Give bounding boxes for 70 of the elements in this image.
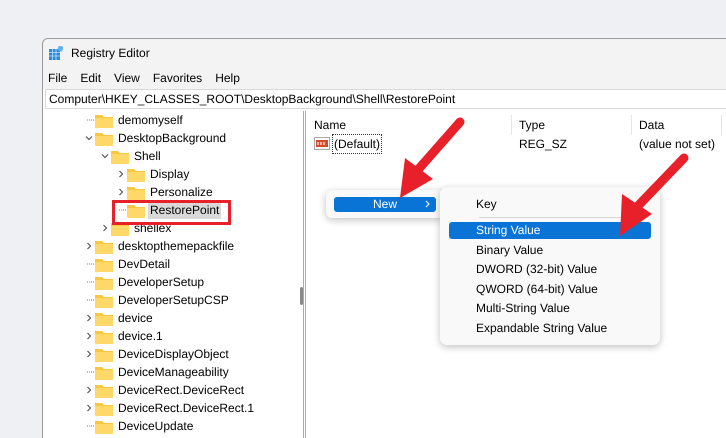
menu-item[interactable]: String Value [449, 222, 651, 238]
address-bar[interactable]: Computer\HKEY_CLASSES_ROOT\DesktopBackground\Shell\RestorePoint [45, 89, 726, 109]
folder-icon [95, 292, 113, 308]
menu-item[interactable]: Key [449, 196, 651, 212]
folder-icon [95, 112, 113, 128]
menu-item[interactable]: New [334, 196, 436, 212]
chevron-icon[interactable] [101, 224, 109, 232]
folder-icon [95, 364, 113, 380]
menu-item[interactable]: QWORD (64-bit) Value [449, 280, 651, 297]
chevron-icon[interactable] [117, 170, 125, 178]
chevron-icon[interactable] [117, 188, 125, 196]
folder-icon [127, 184, 145, 200]
tree-item[interactable]: DeveloperSetup [116, 273, 206, 291]
tree-item[interactable]: DeviceRect.DeviceRect [116, 381, 246, 399]
folder-icon [127, 166, 145, 182]
tree-item[interactable]: DesktopBackground [116, 129, 228, 147]
tree-item[interactable]: DeviceDisplayObject [116, 345, 231, 363]
window-title: Registry Editor [71, 45, 150, 62]
folder-icon [127, 202, 145, 218]
menu-item[interactable]: Expandable String Value [449, 319, 651, 336]
table-cell-text: (value not set) [638, 136, 716, 153]
tree-item[interactable]: shellex [132, 219, 174, 237]
folder-icon [111, 148, 129, 164]
column-header[interactable]: Name [314, 115, 512, 135]
menu-item[interactable]: Multi-String Value [449, 300, 651, 316]
column-header[interactable]: Type [512, 115, 632, 135]
tree-item[interactable]: DeveloperSetupCSP [116, 291, 231, 309]
tree-item[interactable]: Personalize [148, 183, 215, 201]
chevron-icon[interactable] [85, 350, 93, 358]
tree-item[interactable]: DeviceManageability [116, 363, 231, 381]
folder-icon [95, 238, 113, 254]
menu-item[interactable]: Favorites [152, 69, 202, 87]
menu-item[interactable]: Help [215, 69, 240, 87]
tree-item[interactable]: demomyself [116, 111, 185, 129]
tree-item[interactable]: Display [148, 165, 192, 183]
menu-item[interactable]: Edit [80, 69, 102, 87]
folder-icon [95, 346, 113, 362]
folder-icon [95, 328, 113, 344]
column-header[interactable]: Data [632, 115, 722, 135]
menu-item[interactable]: DWORD (32-bit) Value [449, 260, 651, 278]
chevron-icon[interactable] [85, 314, 93, 322]
chevron-icon[interactable] [85, 242, 93, 250]
folder-icon [95, 418, 113, 434]
registry-icon [49, 46, 63, 60]
tree-item[interactable]: device [116, 309, 155, 327]
folder-icon [95, 400, 113, 416]
chevron-icon[interactable] [85, 332, 93, 340]
scrollbar-thumb[interactable] [300, 287, 303, 305]
folder-icon [95, 310, 113, 326]
string-value-icon [314, 137, 330, 151]
folder-icon [95, 382, 113, 398]
folder-icon [95, 256, 113, 272]
table-cell-text: REG_SZ [518, 136, 568, 153]
tree-item[interactable]: Shell [132, 147, 163, 165]
chevron-icon [425, 200, 431, 208]
tree-item[interactable]: DevDetail [116, 255, 172, 273]
tree-item[interactable]: device.1 [116, 327, 165, 345]
tree-item[interactable]: DeviceRect.DeviceRect.1 [116, 399, 256, 417]
tree-item[interactable]: DeviceUpdate [116, 417, 196, 435]
menu-item[interactable]: Binary Value [449, 241, 651, 258]
menu-item[interactable]: View [114, 69, 140, 87]
folder-icon [95, 130, 113, 146]
table-cell[interactable]: (Default) [332, 134, 382, 154]
tree-item[interactable]: desktopthemepackfile [116, 237, 236, 255]
chevron-icon[interactable] [101, 152, 109, 160]
menu-item[interactable]: File [48, 69, 68, 87]
folder-icon [95, 274, 113, 290]
chevron-icon[interactable] [85, 386, 93, 394]
chevron-icon[interactable] [85, 404, 93, 412]
chevron-icon[interactable] [85, 134, 93, 142]
